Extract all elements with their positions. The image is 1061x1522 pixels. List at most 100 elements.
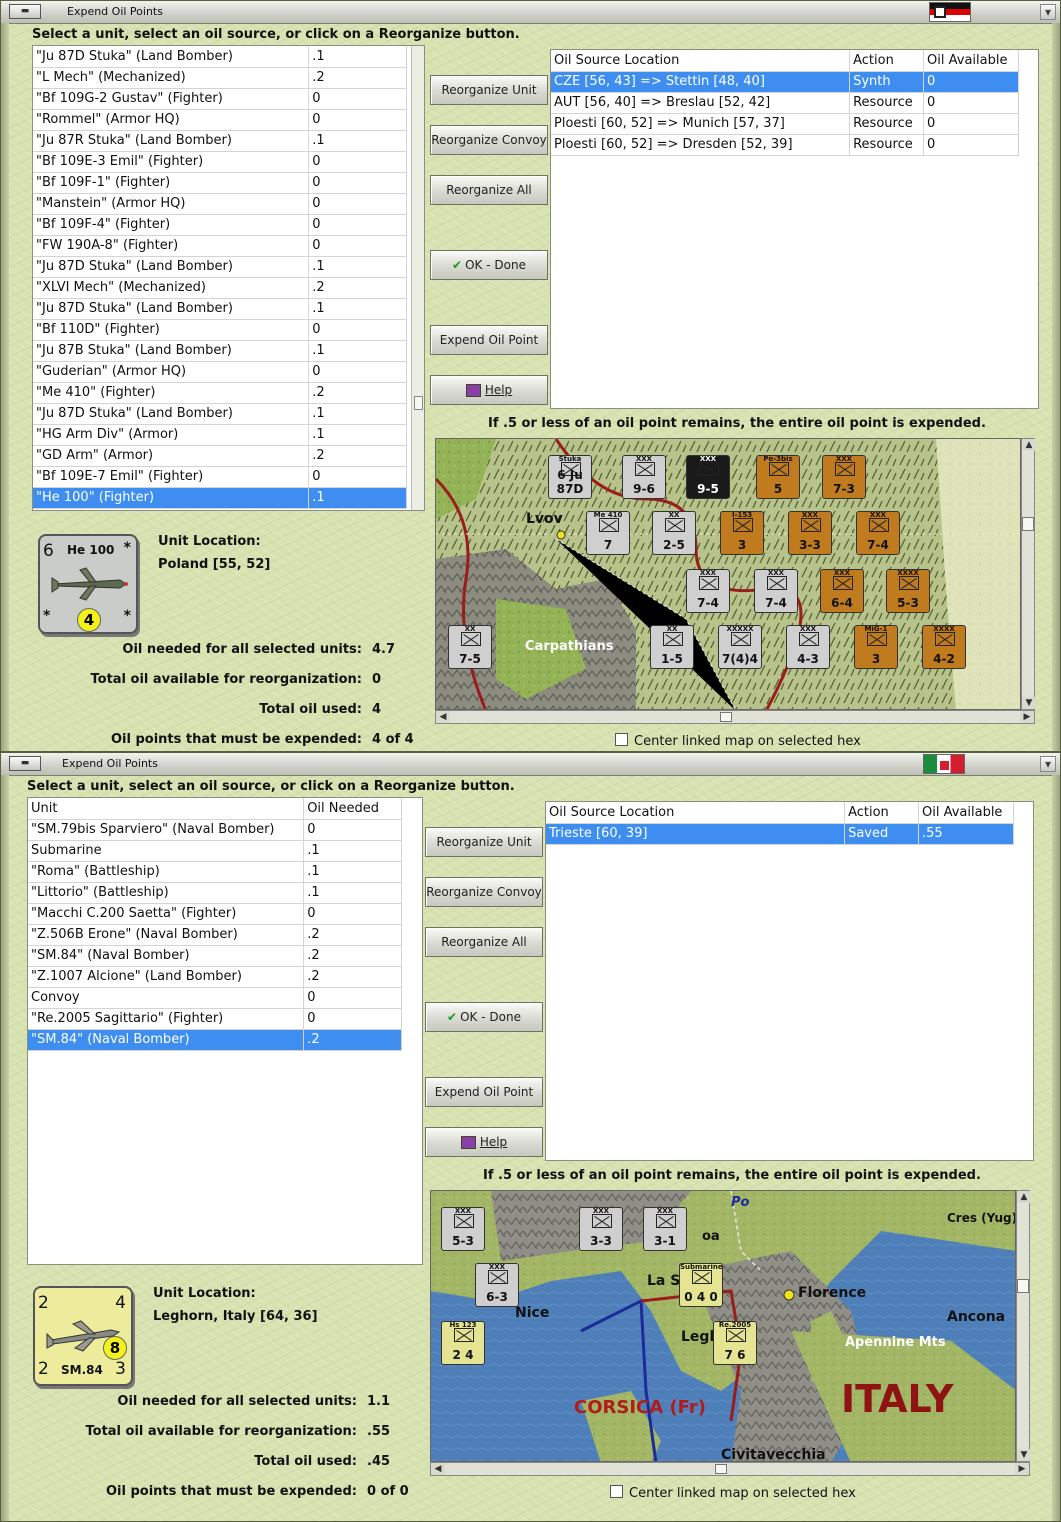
map-unit-counter[interactable]: Me 410 7 — [586, 511, 630, 555]
scroll-right-icon[interactable]: ▶ — [1015, 1463, 1029, 1475]
unit-row[interactable]: "HG Arm Div" (Armor) .1 — [33, 424, 407, 446]
oil-needed-cell[interactable]: .1 — [303, 861, 402, 883]
unit-name-cell[interactable]: "Ju 87D Stuka" (Land Bomber) — [33, 298, 310, 320]
unit-row[interactable]: Submarine .1 — [28, 840, 402, 862]
map-unit-counter[interactable]: XXX 6-3 — [475, 1263, 519, 1307]
unit-name-cell[interactable]: "Bf 109E-3 Emil" (Fighter) — [33, 151, 310, 173]
oil-source-row[interactable]: CZE [56, 43] => Stettin [48, 40] Synth 0 — [551, 71, 1019, 93]
unit-list-scrollbar[interactable] — [411, 46, 424, 510]
map-unit-counter[interactable]: XXX 6-4 — [820, 569, 864, 613]
oil-source-row[interactable]: Ploesti [60, 52] => Munich [57, 37] Resou… — [551, 113, 1019, 135]
help-button[interactable]: Help — [425, 1127, 543, 1157]
oil-source-action-cell[interactable]: Synth — [849, 71, 925, 93]
oil-needed-cell[interactable]: 0 — [308, 466, 407, 488]
unit-row[interactable]: "FW 190A-8" (Fighter) 0 — [33, 235, 407, 257]
expend-oil-point-button[interactable]: Expend Oil Point — [430, 325, 548, 355]
unit-name-cell[interactable]: "He 100" (Fighter) — [33, 487, 310, 509]
map-horizontal-scrollbar[interactable]: ◀ ▶ — [430, 1462, 1030, 1476]
center-map-checkbox[interactable]: Center linked map on selected hex — [610, 1485, 856, 1501]
oil-needed-cell[interactable]: .2 — [303, 1029, 402, 1051]
unit-name-cell[interactable]: "SM.79bis Sparviero" (Naval Bomber) — [28, 819, 305, 841]
oil-needed-cell[interactable]: .1 — [308, 340, 407, 362]
reorganize-unit-button[interactable]: Reorganize Unit — [430, 75, 548, 105]
oil-needed-cell[interactable]: .1 — [303, 840, 402, 862]
map-vertical-scrollbar[interactable]: ▲ ▼ — [1021, 438, 1036, 710]
oil-needed-cell[interactable]: .1 — [308, 403, 407, 425]
unit-row[interactable]: "Rommel" (Armor HQ) 0 — [33, 109, 407, 131]
column-header-action[interactable]: Action — [849, 50, 925, 72]
oil-needed-cell[interactable]: .1 — [308, 424, 407, 446]
reorganize-all-button[interactable]: Reorganize All — [430, 175, 548, 205]
unit-name-cell[interactable]: "Bf 109G-2 Gustav" (Fighter) — [33, 88, 310, 110]
unit-row[interactable]: "Bf 109E-3 Emil" (Fighter) 0 — [33, 151, 407, 173]
oil-source-action-cell[interactable]: Saved — [844, 823, 919, 845]
expend-oil-point-button[interactable]: Expend Oil Point — [425, 1077, 543, 1107]
oil-needed-cell[interactable]: .2 — [303, 945, 402, 967]
oil-needed-cell[interactable]: .2 — [308, 67, 407, 89]
oil-needed-cell[interactable]: 0 — [308, 88, 407, 110]
oil-needed-cell[interactable]: .1 — [308, 46, 407, 68]
map-unit-counter[interactable]: Stuka 6 Ju 87D — [548, 455, 592, 499]
map-unit-counter[interactable]: Submarine 0 4 0 — [679, 1263, 723, 1307]
oil-needed-cell[interactable]: 0 — [308, 109, 407, 131]
map-unit-counter[interactable]: XXX 7-4 — [856, 511, 900, 555]
unit-row[interactable]: "Ju 87R Stuka" (Land Bomber) .1 — [33, 130, 407, 152]
reorganize-convoy-button[interactable]: Reorganize Convoy — [425, 877, 543, 907]
map-unit-counter[interactable]: XXX 7-4 — [754, 569, 798, 613]
scrollbar-thumb[interactable] — [1022, 517, 1034, 531]
unit-name-cell[interactable]: "Z.1007 Alcione" (Land Bomber) — [28, 966, 305, 988]
unit-row[interactable]: "Bf 109F-1" (Fighter) 0 — [33, 172, 407, 194]
unit-row[interactable]: "L Mech" (Mechanized) .2 — [33, 67, 407, 89]
scroll-left-icon[interactable]: ◀ — [436, 711, 450, 723]
scroll-up-icon[interactable]: ▲ — [1017, 1191, 1031, 1203]
unit-row[interactable]: "Manstein" (Armor HQ) 0 — [33, 193, 407, 215]
scrollbar-thumb[interactable] — [720, 712, 732, 722]
unit-row[interactable]: "Z.506B Erone" (Naval Bomber) .2 — [28, 924, 402, 946]
oil-source-location-cell[interactable]: Trieste [60, 39] — [546, 823, 846, 845]
oil-source-available-cell[interactable]: 0 — [923, 113, 1019, 135]
unit-name-cell[interactable]: "Ju 87D Stuka" (Land Bomber) — [33, 403, 310, 425]
oil-needed-cell[interactable]: .2 — [303, 924, 402, 946]
reorganize-unit-button[interactable]: Reorganize Unit — [425, 827, 543, 857]
unit-row[interactable]: "GD Arm" (Armor) .2 — [33, 445, 407, 467]
oil-needed-cell[interactable]: .1 — [303, 882, 402, 904]
map-vertical-scrollbar[interactable]: ▲ ▼ — [1016, 1190, 1031, 1462]
unit-name-cell[interactable]: "Re.2005 Sagittario" (Fighter) — [28, 1008, 305, 1030]
unit-name-cell[interactable]: Convoy — [28, 987, 305, 1009]
unit-name-cell[interactable]: "Bf 109E-7 Emil" (Fighter) — [33, 466, 310, 488]
unit-name-cell[interactable]: Submarine — [28, 840, 305, 862]
unit-row[interactable]: "Roma" (Battleship) .1 — [28, 861, 402, 883]
reorganize-convoy-button[interactable]: Reorganize Convoy — [430, 125, 548, 155]
scroll-right-icon[interactable]: ▶ — [1020, 711, 1034, 723]
unit-name-cell[interactable]: "Ju 87B Stuka" (Land Bomber) — [33, 340, 310, 362]
map-unit-counter[interactable]: XX 1-5 — [650, 625, 694, 669]
unit-row[interactable]: "Bf 110D" (Fighter) 0 — [33, 319, 407, 341]
oil-needed-cell[interactable]: 0 — [308, 151, 407, 173]
oil-needed-cell[interactable]: .1 — [308, 130, 407, 152]
unit-name-cell[interactable]: "Rommel" (Armor HQ) — [33, 109, 310, 131]
oil-source-row[interactable]: AUT [56, 40] => Breslau [52, 42] Resource… — [551, 92, 1019, 114]
unit-row[interactable]: "Ju 87D Stuka" (Land Bomber) .1 — [33, 403, 407, 425]
oil-needed-cell[interactable]: .1 — [308, 256, 407, 278]
oil-needed-cell[interactable]: 0 — [308, 361, 407, 383]
unit-name-cell[interactable]: "Bf 109F-4" (Fighter) — [33, 214, 310, 236]
unit-name-cell[interactable]: "Guderian" (Armor HQ) — [33, 361, 310, 383]
help-button[interactable]: Help — [430, 375, 548, 405]
unit-row[interactable]: "Ju 87B Stuka" (Land Bomber) .1 — [33, 340, 407, 362]
unit-row[interactable]: "SM.79bis Sparviero" (Naval Bomber) 0 — [28, 819, 402, 841]
map-unit-counter[interactable]: XXX 9-5 — [686, 455, 730, 499]
unit-row[interactable]: "XLVI Mech" (Mechanized) .2 — [33, 277, 407, 299]
oil-source-action-cell[interactable]: Resource — [849, 113, 925, 135]
column-header-action[interactable]: Action — [844, 802, 919, 824]
linked-map-italy[interactable]: Po Cres (Yug) oa La S Nice Florence Anco… — [430, 1190, 1016, 1462]
unit-name-cell[interactable]: "Ju 87R Stuka" (Land Bomber) — [33, 130, 310, 152]
checkbox-box[interactable] — [615, 733, 628, 746]
oil-needed-cell[interactable]: .2 — [308, 382, 407, 404]
oil-needed-cell[interactable]: .2 — [308, 445, 407, 467]
unit-name-cell[interactable]: "Z.506B Erone" (Naval Bomber) — [28, 924, 305, 946]
oil-needed-cell[interactable]: 0 — [308, 235, 407, 257]
unit-name-cell[interactable]: "Littorio" (Battleship) — [28, 882, 305, 904]
oil-source-location-cell[interactable]: Ploesti [60, 52] => Munich [57, 37] — [551, 113, 851, 135]
scroll-up-icon[interactable]: ▲ — [1022, 439, 1036, 451]
unit-row[interactable]: "Me 410" (Fighter) .2 — [33, 382, 407, 404]
